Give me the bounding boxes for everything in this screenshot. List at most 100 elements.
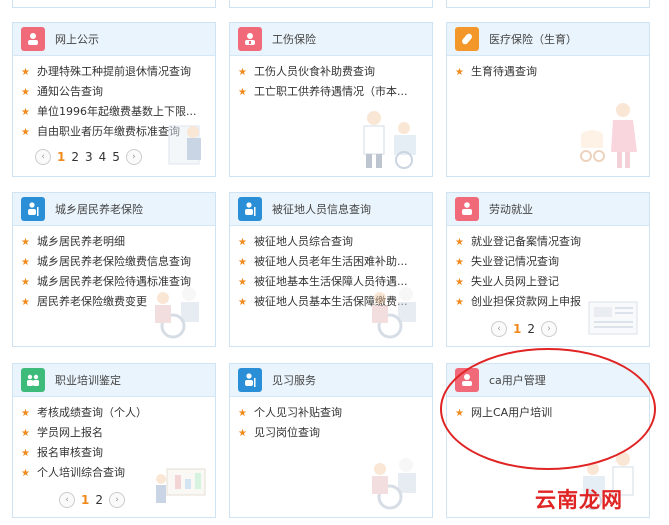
page-1[interactable]: 1 (513, 322, 521, 336)
list-item[interactable]: ★ 生育待遇查询 (455, 62, 649, 82)
star-icon: ★ (21, 127, 30, 138)
card-header: 工伤保险 (230, 23, 432, 56)
page-1[interactable]: 1 (81, 493, 89, 507)
card-stub (12, 0, 216, 8)
next-page-button[interactable]: › (125, 149, 142, 165)
next-page-button[interactable]: › (541, 321, 557, 337)
list-item[interactable]: ★ 工亡职工供养待遇情况（市本... (238, 82, 432, 102)
item-label: 失业人员网上登记 (470, 275, 559, 288)
item-label: 创业担保贷款网上申报 (470, 295, 581, 308)
star-icon: ★ (21, 408, 30, 419)
list-item[interactable]: ★ 被征地人员综合查询 (238, 232, 432, 252)
card-title: 城乡居民养老保险 (55, 203, 143, 216)
list-item[interactable]: ★ 学员网上报名 (21, 423, 215, 443)
card-medical-insurance: 医疗保险（生育） ★ 生育待遇查询 (446, 22, 650, 177)
page-3[interactable]: 3 (85, 150, 93, 164)
card-title: 见习服务 (272, 374, 316, 387)
page-2[interactable]: 2 (95, 493, 103, 507)
star-icon: ★ (455, 408, 464, 419)
star-icon: ★ (238, 67, 247, 78)
officer-illustration (168, 125, 201, 165)
list-item[interactable]: ★ 网上CA用户培训 (455, 403, 649, 423)
item-label: 个人培训综合查询 (36, 466, 125, 479)
star-icon: ★ (21, 277, 30, 288)
injury-user-icon (238, 27, 262, 51)
prev-page-button[interactable]: ‹ (59, 492, 75, 508)
elder-user-icon (21, 197, 45, 221)
page-2[interactable]: 2 (71, 150, 79, 164)
star-icon: ★ (238, 297, 247, 308)
list-item[interactable]: ★ 被征地人员老年生活困难补助... (238, 252, 432, 272)
list-item[interactable]: ★ 失业人员网上登记 (455, 272, 649, 292)
star-icon: ★ (21, 257, 30, 268)
item-label: 失业登记情况查询 (470, 255, 559, 268)
star-icon: ★ (455, 237, 464, 248)
card-land-expropriated: 被征地人员信息查询 ★ 被征地人员综合查询 ★ 被征地人员老年生活困难补助... ★… (229, 192, 433, 347)
prev-page-button[interactable]: ‹ (491, 321, 507, 337)
item-label: 学员网上报名 (36, 426, 103, 439)
card-work-injury: 工伤保险 ★ 工伤人员伙食补助费查询 ★ 工亡职工供养待遇情况（市本... (229, 22, 433, 177)
card-stub (446, 0, 650, 8)
star-icon: ★ (21, 67, 30, 78)
list-item[interactable]: ★ 通知公告查询 (21, 82, 215, 102)
pagination: ‹ 1 2 › (491, 321, 557, 337)
prev-page-button[interactable]: ‹ (35, 149, 51, 165)
wheelchair-elderly-illustration (372, 287, 416, 339)
card-header: 职业培训鉴定 (13, 364, 215, 397)
list-item[interactable]: ★ 见习岗位查询 (238, 423, 432, 443)
star-icon: ★ (455, 257, 464, 268)
pagination: ‹ 1 2 3 4 5 › (35, 149, 142, 165)
list-item[interactable]: ★ 报名审核查询 (21, 443, 215, 463)
star-icon: ★ (21, 237, 30, 248)
wheelchair-elderly-illustration (372, 458, 416, 510)
star-icon: ★ (21, 468, 30, 479)
next-page-button[interactable]: › (109, 492, 125, 508)
card-employment: 劳动就业 ★ 就业登记备案情况查询 ★ 失业登记情况查询 ★ 失业人员网上登记 ★ 创业… (446, 192, 650, 347)
item-label: 通知公告查询 (36, 85, 103, 98)
item-label: 考核成绩查询（个人） (36, 406, 147, 419)
item-label: 城乡居民养老明细 (36, 235, 125, 248)
card-title: 工伤保险 (272, 33, 316, 46)
item-label: 居民养老保险缴费变更 (36, 295, 147, 308)
item-label: 工伤人员伙食补助费查询 (253, 65, 375, 78)
page-4[interactable]: 4 (99, 150, 107, 164)
item-label: 见习岗位查询 (253, 426, 320, 439)
training-icon (21, 368, 45, 392)
page-1[interactable]: 1 (57, 150, 65, 164)
list-item[interactable]: ★ 个人见习补贴查询 (238, 403, 432, 423)
card-urban-rural-pension: 城乡居民养老保险 ★ 城乡居民养老明细 ★ 城乡居民养老保险缴费信息查询 ★ 城乡居民… (12, 192, 216, 347)
list-item[interactable]: ★ 城乡居民养老保险缴费信息查询 (21, 252, 215, 272)
item-label: 城乡居民养老保险缴费信息查询 (36, 255, 191, 268)
card-header: 劳动就业 (447, 193, 649, 226)
item-label: 被征地人员老年生活困难补助... (253, 255, 408, 268)
medicine-icon (455, 27, 479, 51)
item-label: 生育待遇查询 (470, 65, 537, 78)
list-item[interactable]: ★ 办理特殊工种提前退休情况查询 (21, 62, 215, 82)
page-5[interactable]: 5 (112, 150, 120, 164)
list-item[interactable]: ★ 失业登记情况查询 (455, 252, 649, 272)
star-icon: ★ (238, 237, 247, 248)
card-vocational-training: 职业培训鉴定 ★ 考核成绩查询（个人） ★ 学员网上报名 ★ 报名审核查询 ★ 个人培训… (12, 363, 216, 518)
card-header: ca用户管理 (447, 364, 649, 397)
list-item[interactable]: ★ 城乡居民养老明细 (21, 232, 215, 252)
star-icon: ★ (455, 67, 464, 78)
card-title: 被征地人员信息查询 (272, 203, 371, 216)
land-user-icon (238, 197, 262, 221)
star-icon: ★ (238, 428, 247, 439)
star-icon: ★ (455, 277, 464, 288)
page-2[interactable]: 2 (527, 322, 535, 336)
list-item[interactable]: ★ 考核成绩查询（个人） (21, 403, 215, 423)
card-title: 职业培训鉴定 (55, 374, 121, 387)
wheelchair-elderly-illustration (155, 287, 199, 339)
list-item[interactable]: ★ 工伤人员伙食补助费查询 (238, 62, 432, 82)
watermark: 云南龙网 (535, 488, 623, 512)
mother-stroller-illustration (580, 103, 637, 168)
card-title: 劳动就业 (489, 203, 533, 216)
star-icon: ★ (238, 408, 247, 419)
item-label: 报名审核查询 (36, 446, 103, 459)
item-label: 工亡职工供养待遇情况（市本... (253, 85, 408, 98)
card-stub (229, 0, 433, 8)
star-icon: ★ (21, 107, 30, 118)
star-icon: ★ (455, 297, 464, 308)
list-item[interactable]: ★ 就业登记备案情况查询 (455, 232, 649, 252)
